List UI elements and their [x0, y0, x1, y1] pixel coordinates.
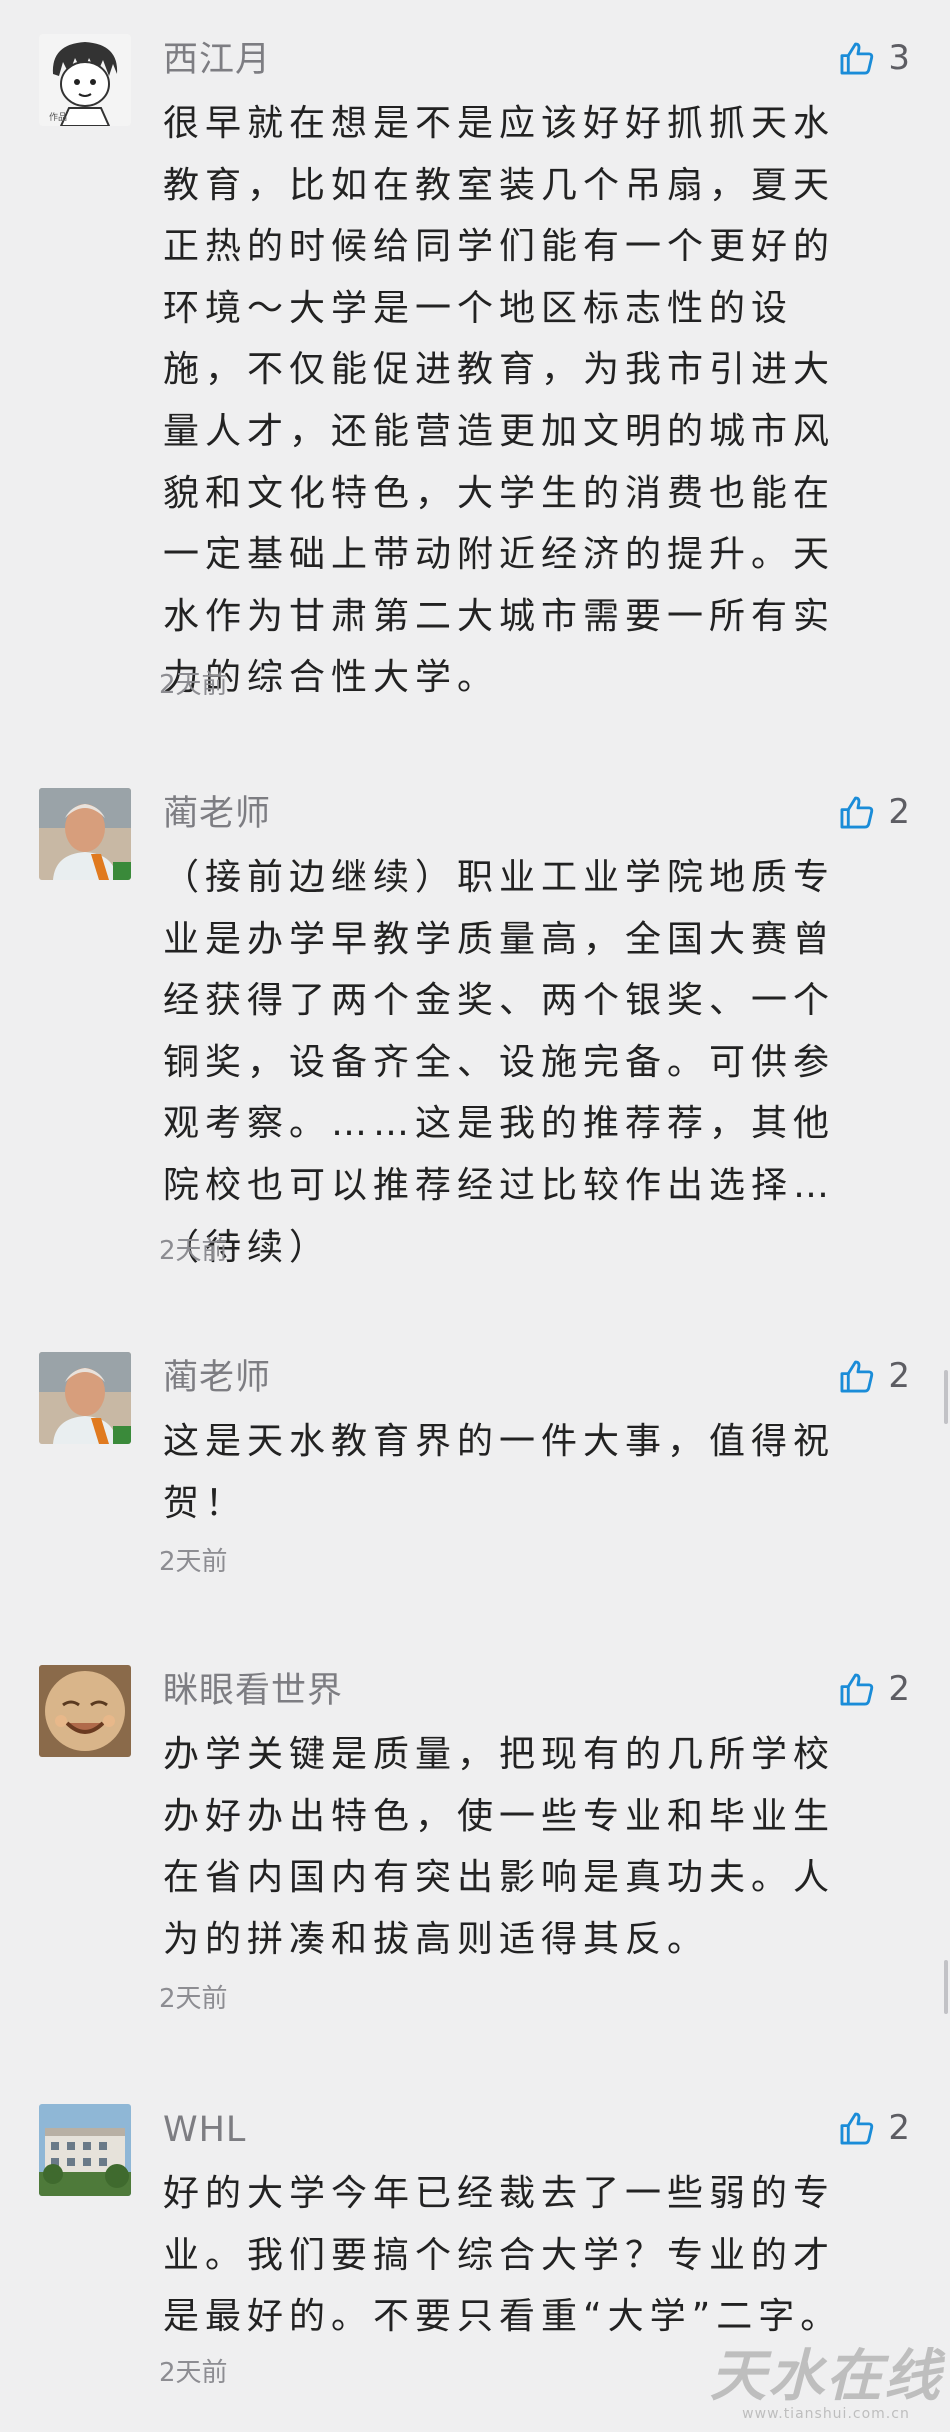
comment-author[interactable]: WHL	[163, 2108, 246, 2152]
thumbs-up-icon	[840, 1673, 874, 1706]
photo-avatar-icon	[39, 1352, 131, 1444]
comment-author[interactable]: 蔺老师	[163, 1356, 271, 1400]
like-button[interactable]: 3	[838, 36, 910, 80]
like-count: 2	[888, 2108, 910, 2148]
comment-author[interactable]: 蔺老师	[163, 792, 271, 836]
scrollbar-thumb[interactable]	[944, 1960, 948, 2014]
comment-text: 办学关键是质量，把现有的几所学校办好办出特色，使一些专业和毕业生在省内国内有突出…	[163, 1734, 836, 1960]
watermark-logo: 天水在线	[710, 2343, 942, 2409]
comment-text: 好的大学今年已经裁去了一些弱的专业。我们要搞个综合大学？专业的才是最好的。不要只…	[163, 2173, 843, 2338]
like-count: 2	[888, 1356, 910, 1396]
scrollbar-thumb[interactable]	[944, 1370, 948, 1424]
avatar[interactable]	[39, 1352, 131, 1444]
thumbs-up-icon	[840, 42, 874, 75]
comment-time: 2天前	[159, 2358, 228, 2388]
avatar[interactable]	[39, 2104, 131, 2196]
comment-text: 这是天水教育界的一件大事，值得祝贺！	[163, 1421, 836, 1524]
thumbs-up-icon	[840, 796, 874, 829]
like-button[interactable]: 2	[838, 1667, 910, 1711]
watermark-url: www.tianshui.com.cn	[742, 2406, 910, 2422]
comment-time: 2天前	[159, 1547, 228, 1577]
like-button[interactable]: 2	[838, 790, 910, 834]
comment-text: （接前边继续）职业工业学院地质专业是办学早教学质量高，全国大赛曾经获得了两个金奖…	[163, 857, 836, 1268]
like-button[interactable]: 2	[838, 1354, 910, 1398]
photo-avatar-icon	[39, 788, 131, 880]
like-count: 3	[888, 38, 910, 78]
comment-author[interactable]: 西江月	[163, 38, 271, 82]
svg-text:作品: 作品	[49, 111, 67, 123]
smiling-face-avatar-icon	[39, 1665, 131, 1757]
avatar[interactable]	[39, 788, 131, 880]
site-watermark: 天水在线 www.tianshui.com.cn	[710, 2346, 942, 2422]
cartoon-avatar-icon: 作品	[39, 34, 131, 126]
avatar[interactable]	[39, 1665, 131, 1757]
comment-time: 2天前	[159, 1236, 228, 1266]
comment-author[interactable]: 眯眼看世界	[163, 1669, 343, 1713]
like-count: 2	[888, 792, 910, 832]
like-button[interactable]: 2	[838, 2106, 910, 2150]
building-photo-avatar-icon	[39, 2104, 131, 2196]
comment-text: 很早就在想是不是应该好好抓抓天水教育，比如在教室装几个吊扇，夏天正热的时候给同学…	[163, 103, 836, 699]
comment-time: 2天前	[159, 670, 228, 700]
thumbs-up-icon	[840, 2112, 874, 2145]
avatar[interactable]: 作品	[39, 34, 131, 126]
like-count: 2	[888, 1669, 910, 1709]
thumbs-up-icon	[840, 1360, 874, 1393]
comment-time: 2天前	[159, 1984, 228, 2014]
